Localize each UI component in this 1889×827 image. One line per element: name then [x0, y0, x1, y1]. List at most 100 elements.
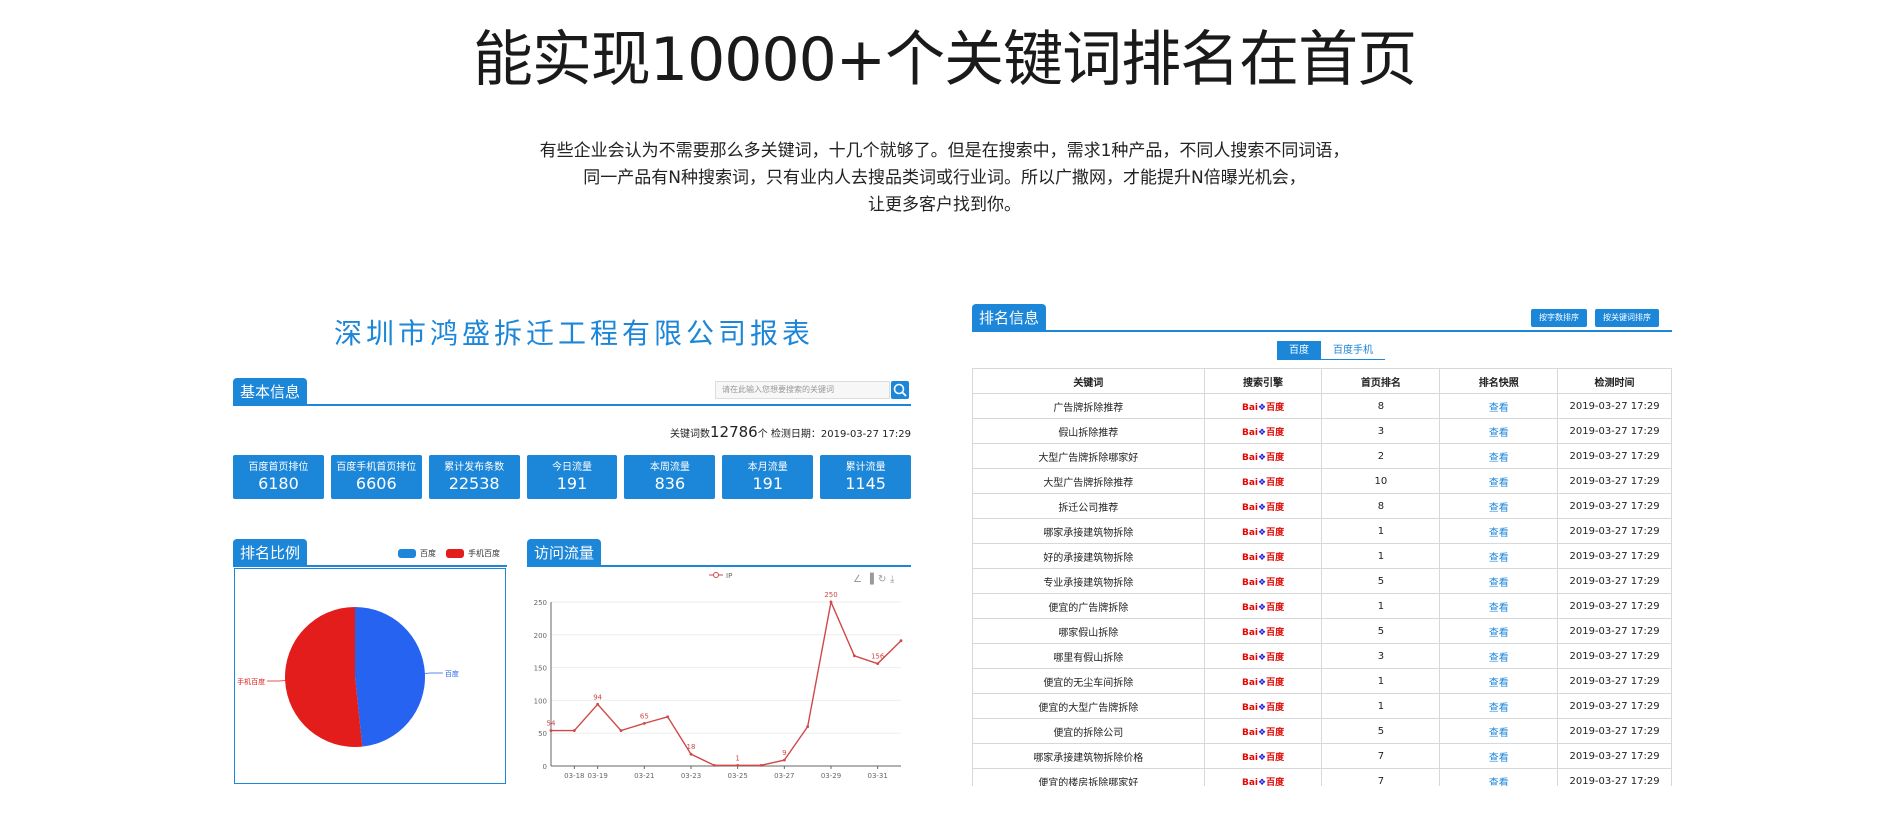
engine-cell: Bai❖百度 [1203, 643, 1323, 669]
time-cell: 2019-03-27 17:29 [1557, 768, 1672, 786]
y-tick-label: 100 [534, 697, 547, 705]
search-button[interactable] [891, 381, 909, 399]
baidu-logo-icon: Bai❖百度 [1242, 628, 1284, 638]
table-row: 大型广告牌拆除哪家好 Bai❖百度 2 查看 2019-03-27 17:29 [972, 443, 1672, 469]
keyword-cell: 便宜的广告牌拆除 [972, 593, 1205, 619]
table-row: 广告牌拆除推荐 Bai❖百度 8 查看 2019-03-27 17:29 [972, 393, 1672, 419]
baidu-logo-icon: Bai❖百度 [1242, 703, 1284, 713]
tab-traffic[interactable]: 访问流量 [527, 539, 602, 567]
pie-slice-baidu[interactable] [355, 607, 426, 747]
x-tick-label: 03-29 [821, 772, 841, 780]
baidu-logo-latin: Bai [1241, 752, 1259, 763]
snapshot-link[interactable]: 查看 [1439, 668, 1559, 694]
baidu-logo-icon: Bai❖百度 [1242, 753, 1284, 763]
baidu-logo-icon: Bai❖百度 [1242, 428, 1284, 438]
time-cell: 2019-03-27 17:29 [1557, 543, 1672, 569]
baidu-logo-cjk: 百度 [1266, 477, 1285, 488]
engine-cell: Bai❖百度 [1203, 568, 1323, 594]
baidu-logo-icon: Bai❖百度 [1242, 503, 1284, 513]
table-header-row: 关键词 搜索引擎 首页排名 排名快照 检测时间 [972, 368, 1672, 394]
snapshot-link[interactable]: 查看 [1439, 718, 1559, 744]
snapshot-link[interactable]: 查看 [1439, 568, 1559, 594]
baidu-logo-latin: Bai [1241, 527, 1259, 538]
baidu-logo-icon: Bai❖百度 [1242, 678, 1284, 688]
stat-value: 6180 [258, 474, 299, 493]
y-tick-label: 200 [534, 632, 547, 640]
stat-card: 本月流量 191 [722, 455, 814, 499]
snapshot-link[interactable]: 查看 [1439, 643, 1559, 669]
x-tick-label: 03-27 [774, 772, 794, 780]
data-point [596, 702, 600, 706]
subtab-baidu-mobile[interactable]: 百度手机 [1321, 341, 1385, 360]
stat-label: 本周流量 [649, 462, 690, 473]
snapshot-link[interactable]: 查看 [1439, 593, 1559, 619]
data-point [712, 763, 716, 767]
snapshot-link[interactable]: 查看 [1439, 493, 1559, 519]
table-row: 便宜的大型广告牌拆除 Bai❖百度 1 查看 2019-03-27 17:29 [972, 693, 1672, 719]
tab-basic-info[interactable]: 基本信息 [233, 378, 308, 406]
paw-icon: ❖ [1258, 452, 1267, 463]
paw-icon: ❖ [1258, 527, 1267, 538]
baidu-logo-latin: Bai [1241, 727, 1259, 738]
baidu-logo-cjk: 百度 [1266, 502, 1285, 513]
data-point [876, 662, 880, 666]
snapshot-link[interactable]: 查看 [1439, 743, 1559, 769]
pie-slice-mobile[interactable] [285, 607, 363, 747]
snapshot-link[interactable]: 查看 [1439, 418, 1559, 444]
keyword-search-input[interactable]: 请在此输入您想要搜索的关键词 [715, 381, 890, 399]
traffic-header: 访问流量 [527, 539, 911, 567]
table-row: 假山拆除推荐 Bai❖百度 3 查看 2019-03-27 17:29 [972, 418, 1672, 444]
baidu-logo-cjk: 百度 [1266, 602, 1285, 613]
sort-by-words-button[interactable]: 按字数排序 [1531, 309, 1587, 327]
stat-value: 836 [654, 474, 686, 493]
paw-icon: ❖ [1258, 577, 1267, 588]
snapshot-link[interactable]: 查看 [1439, 443, 1559, 469]
snapshot-link[interactable]: 查看 [1439, 693, 1559, 719]
engine-cell: Bai❖百度 [1203, 418, 1323, 444]
baidu-logo-cjk: 百度 [1266, 677, 1285, 688]
snapshot-link[interactable]: 查看 [1439, 468, 1559, 494]
subtab-baidu[interactable]: 百度 [1277, 341, 1321, 360]
keyword-cell: 哪家承接建筑物拆除 [972, 518, 1205, 544]
baidu-logo-icon: Bai❖百度 [1242, 478, 1284, 488]
stat-value: 191 [752, 474, 783, 493]
data-point [759, 763, 763, 767]
intro-line-1: 有些企业会认为不需要那么多关键词，十几个就够了。但是在搜索中，需求1种产品，不同… [539, 141, 1350, 161]
rank-cell: 7 [1321, 768, 1441, 786]
snapshot-link[interactable]: 查看 [1439, 393, 1559, 419]
paw-icon: ❖ [1258, 702, 1267, 713]
table-row: 哪家假山拆除 Bai❖百度 5 查看 2019-03-27 17:29 [972, 618, 1672, 644]
keyword-cell: 便宜的大型广告牌拆除 [972, 693, 1205, 719]
legend-label-mobile: 手机百度 [468, 549, 500, 558]
traffic-line-chart: ∠ ▐ ↻ ⤓ IP 0 50 100 150 200 250 03-18 03-19 03-21 03-2… [534, 572, 903, 780]
baidu-logo-icon: Bai❖百度 [1242, 453, 1284, 463]
table-row: 大型广告牌拆除推荐 Bai❖百度 10 查看 2019-03-27 17:29 [972, 468, 1672, 494]
baidu-logo-icon: Bai❖百度 [1242, 528, 1284, 538]
snapshot-link[interactable]: 查看 [1439, 518, 1559, 544]
stat-value: 22538 [448, 474, 500, 493]
table-row: 便宜的楼房拆除哪家好 Bai❖百度 7 查看 2019-03-27 17:29 [972, 768, 1672, 787]
rank-cell: 7 [1321, 743, 1441, 769]
baidu-logo-latin: Bai [1241, 652, 1259, 663]
keyword-cell: 拆迁公司推荐 [972, 493, 1205, 519]
paw-icon: ❖ [1258, 727, 1267, 738]
baidu-logo-icon: Bai❖百度 [1242, 603, 1284, 613]
y-tick-label: 150 [534, 665, 547, 673]
tab-rank-ratio[interactable]: 排名比例 [233, 539, 308, 567]
baidu-logo-latin: Bai [1241, 777, 1259, 787]
sort-by-keyword-button[interactable]: 按关键词排序 [1595, 309, 1659, 327]
baidu-logo-cjk: 百度 [1266, 402, 1285, 413]
snapshot-link[interactable]: 查看 [1439, 618, 1559, 644]
snapshot-link[interactable]: 查看 [1439, 543, 1559, 569]
tab-ranking-info[interactable]: 排名信息 [972, 304, 1047, 332]
baidu-logo-latin: Bai [1241, 477, 1259, 488]
baidu-logo-latin: Bai [1241, 402, 1259, 413]
rank-cell: 1 [1321, 693, 1441, 719]
rank-cell: 1 [1321, 593, 1441, 619]
baidu-logo-icon: Bai❖百度 [1242, 653, 1284, 663]
engine-cell: Bai❖百度 [1203, 393, 1323, 419]
snapshot-link[interactable]: 查看 [1439, 768, 1559, 786]
paw-icon: ❖ [1258, 552, 1267, 563]
baidu-logo-cjk: 百度 [1266, 777, 1285, 787]
engine-cell: Bai❖百度 [1203, 468, 1323, 494]
